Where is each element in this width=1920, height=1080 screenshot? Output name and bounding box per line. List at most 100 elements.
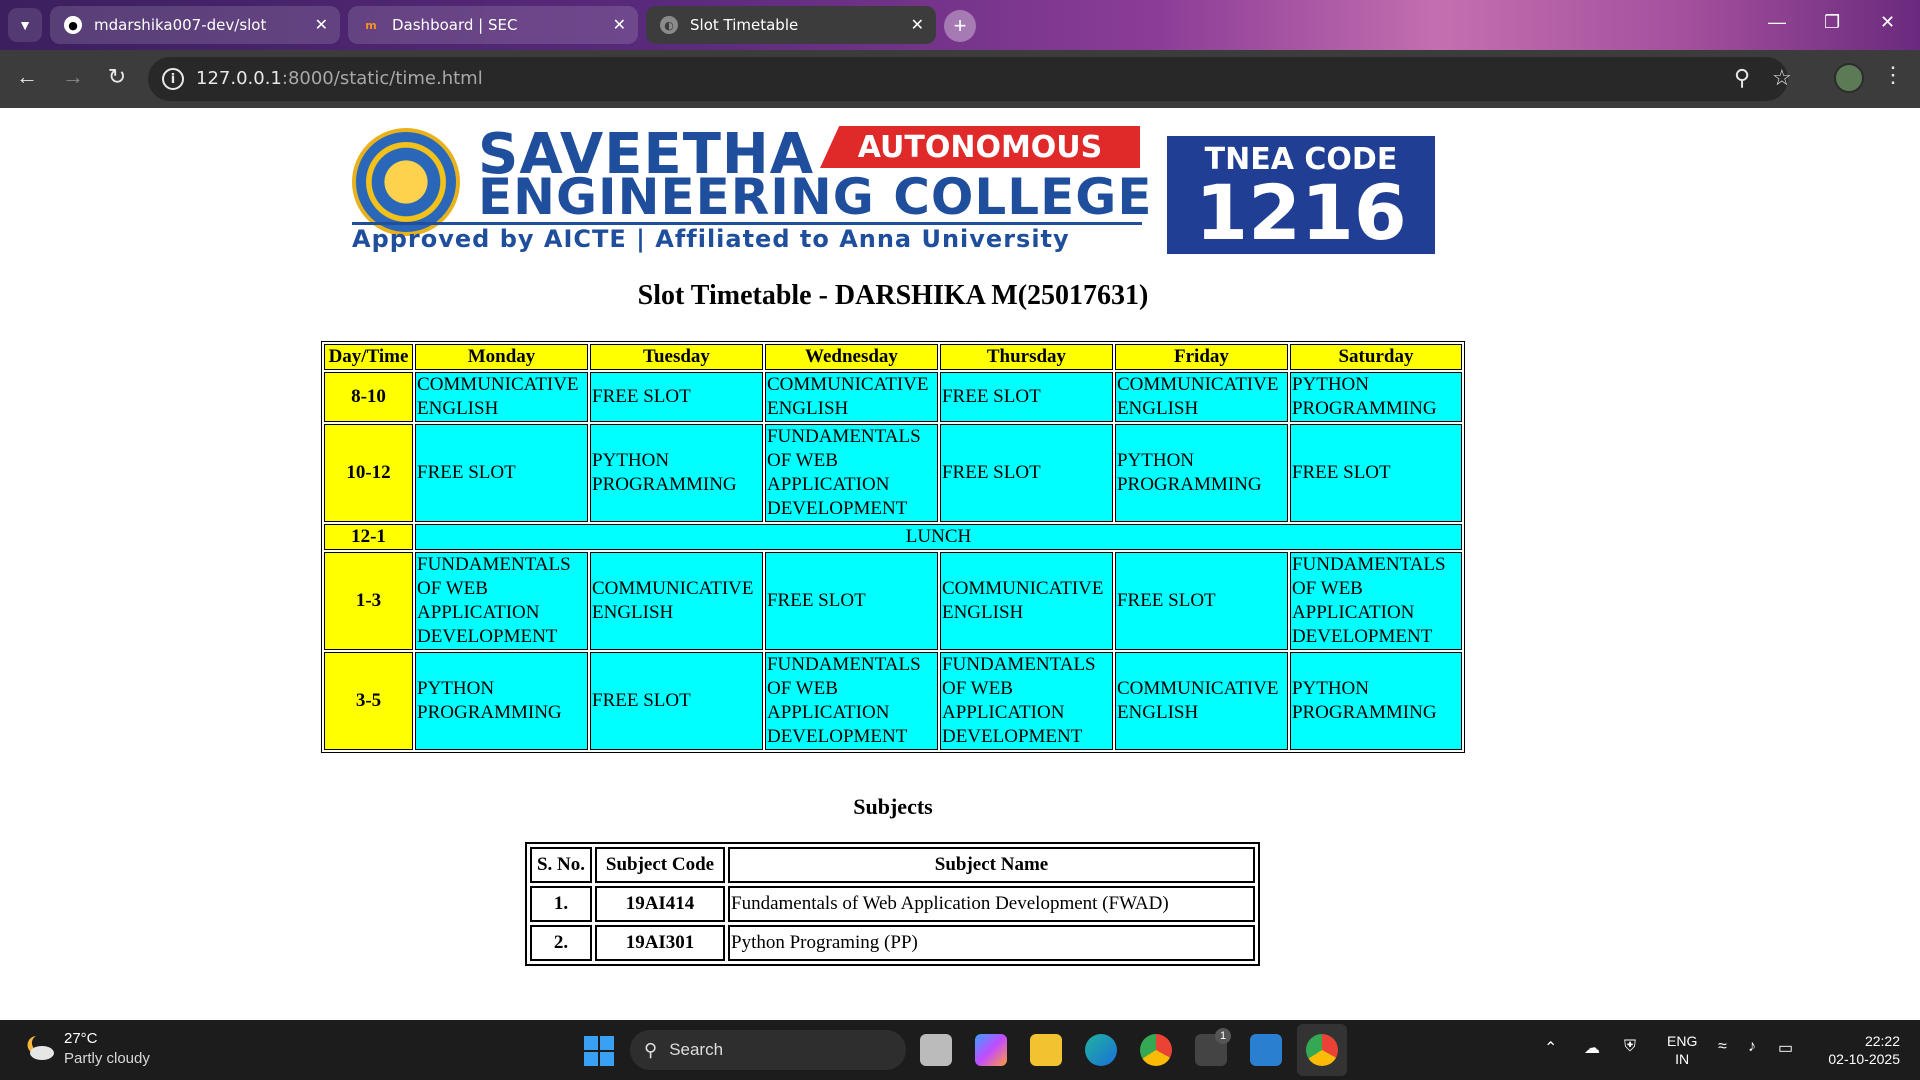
subject-row: 2. 19AI301 Python Programing (PP) — [530, 925, 1255, 961]
tab-dashboard[interactable]: m Dashboard | SEC ✕ — [348, 6, 638, 44]
vscode-icon[interactable] — [1250, 1034, 1282, 1066]
header-subject-code: Subject Code — [595, 847, 725, 883]
slot-cell: FUNDAMENTALS OF WEB APPLICATION DEVELOPM… — [764, 424, 938, 522]
slot-cell: COMMUNICATIVE ENGLISH — [764, 372, 938, 422]
minimize-icon[interactable]: — — [1768, 12, 1786, 33]
tab-slot-timetable[interactable]: ◐ Slot Timetable ✕ — [646, 6, 936, 44]
tab-strip: ▼ ● mdarshika007-dev/slot ✕ m Dashboard … — [0, 0, 1920, 50]
security-shield-icon[interactable]: ⛨ — [1624, 1038, 1636, 1056]
close-icon[interactable]: ✕ — [315, 15, 328, 34]
timetable: Day/Time Monday Tuesday Wednesday Thursd… — [321, 341, 1465, 753]
wifi-icon[interactable]: ≈ — [1718, 1038, 1727, 1056]
volume-icon[interactable]: ♪ — [1748, 1038, 1756, 1056]
subject-code: 19AI301 — [595, 925, 725, 961]
address-bar[interactable]: i 127.0.0.1:8000/static/time.html ⚲ ☆ — [148, 57, 1792, 101]
slot-cell: FREE SLOT — [1289, 424, 1462, 522]
search-label: Search — [669, 1040, 724, 1059]
time-slot: 8-10 — [324, 372, 414, 422]
subjects-heading: Subjects — [853, 794, 933, 819]
copilot-icon[interactable] — [975, 1034, 1007, 1066]
language-indicator[interactable]: ENG IN — [1667, 1032, 1697, 1068]
url-text[interactable]: 127.0.0.1:8000/static/time.html — [196, 68, 483, 89]
zoom-icon[interactable]: ⚲ — [1734, 65, 1750, 91]
reload-icon[interactable]: ↻ — [102, 64, 132, 90]
clock-date: 02-10-2025 — [1828, 1051, 1900, 1067]
slot-cell: COMMUNICATIVE ENGLISH — [415, 372, 588, 422]
page-content: SAVEETHA AUTONOMOUS ENGINEERING COLLEGE … — [0, 108, 1920, 1020]
tnea-code-box: TNEA CODE 1216 — [1167, 136, 1435, 254]
site-info-icon[interactable]: i — [162, 68, 184, 90]
weather-partly-cloudy-icon[interactable] — [22, 1032, 56, 1062]
header-thursday: Thursday — [939, 344, 1113, 370]
subject-name: Fundamentals of Web Application Developm… — [728, 886, 1255, 922]
autonomous-badge: AUTONOMOUS — [820, 126, 1140, 168]
tray-overflow-chevron-icon[interactable]: ⌃ — [1544, 1038, 1557, 1058]
restore-icon[interactable]: ❐ — [1824, 12, 1840, 33]
store-icon[interactable]: 1 — [1195, 1028, 1231, 1066]
time-slot: 12-1 — [324, 524, 414, 550]
timetable-row: 10-12 FREE SLOT PYTHON PROGRAMMING FUNDA… — [324, 424, 1462, 522]
new-tab-button[interactable]: + — [944, 10, 976, 42]
edge-icon[interactable] — [1085, 1034, 1117, 1066]
timetable-header-row: Day/Time Monday Tuesday Wednesday Thursd… — [324, 344, 1462, 370]
slot-cell: FUNDAMENTALS OF WEB APPLICATION DEVELOPM… — [939, 652, 1113, 750]
slot-cell: COMMUNICATIVE ENGLISH — [590, 552, 763, 650]
slot-cell: COMMUNICATIVE ENGLISH — [939, 552, 1113, 650]
header-subject-name: Subject Name — [728, 847, 1255, 883]
chrome-profile-icon[interactable] — [1306, 1034, 1338, 1066]
tab-title: Dashboard | SEC — [392, 16, 518, 34]
subject-row: 1. 19AI414 Fundamentals of Web Applicati… — [530, 886, 1255, 922]
task-view-icon[interactable] — [920, 1034, 952, 1066]
windows-start-icon[interactable] — [584, 1036, 614, 1066]
tnea-code: 1216 — [1195, 168, 1407, 257]
chrome-icon[interactable] — [1140, 1034, 1172, 1066]
weather-temperature[interactable]: 27°C — [64, 1030, 98, 1047]
header-monday: Monday — [415, 344, 588, 370]
slot-cell: PYTHON PROGRAMMING — [1114, 424, 1288, 522]
slot-cell: PYTHON PROGRAMMING — [1289, 652, 1462, 750]
slot-cell: FREE SLOT — [590, 652, 763, 750]
timetable-row: 3-5 PYTHON PROGRAMMING FREE SLOT FUNDAME… — [324, 652, 1462, 750]
college-seal-logo — [352, 128, 460, 236]
window-close-icon[interactable]: ✕ — [1880, 12, 1895, 33]
slot-cell: FREE SLOT — [415, 424, 588, 522]
clock-time: 22:22 — [1864, 1033, 1900, 1049]
moodle-icon: m — [365, 18, 377, 32]
onedrive-icon[interactable]: ☁ — [1584, 1038, 1600, 1058]
slot-cell: FUNDAMENTALS OF WEB APPLICATION DEVELOPM… — [415, 552, 588, 650]
file-explorer-icon[interactable] — [1030, 1034, 1062, 1066]
back-icon[interactable]: ← — [12, 64, 42, 90]
weather-description[interactable]: Partly cloudy — [64, 1050, 150, 1067]
battery-icon[interactable]: ▭ — [1778, 1038, 1793, 1058]
page-title: Slot Timetable - DARSHIKA M(25017631) — [637, 280, 1149, 311]
college-banner: SAVEETHA AUTONOMOUS ENGINEERING COLLEGE … — [350, 122, 1436, 254]
slot-cell: FREE SLOT — [590, 372, 763, 422]
time-slot: 10-12 — [324, 424, 414, 522]
subjects-table: S. No. Subject Code Subject Name 1. 19AI… — [525, 842, 1260, 966]
close-icon[interactable]: ✕ — [613, 15, 626, 34]
forward-icon[interactable]: → — [58, 64, 88, 90]
header-tuesday: Tuesday — [590, 344, 763, 370]
slot-cell: FREE SLOT — [939, 372, 1113, 422]
subject-code: 19AI414 — [595, 886, 725, 922]
bookmark-star-icon[interactable]: ☆ — [1772, 65, 1792, 91]
profile-avatar[interactable] — [1834, 63, 1864, 93]
close-icon[interactable]: ✕ — [911, 15, 924, 34]
subjects-header-row: S. No. Subject Code Subject Name — [530, 847, 1255, 883]
lunch-cell: LUNCH — [415, 524, 1462, 550]
timetable-row: 8-10 COMMUNICATIVE ENGLISH FREE SLOT COM… — [324, 372, 1462, 422]
slot-cell: PYTHON PROGRAMMING — [415, 652, 588, 750]
taskbar-search[interactable]: ⚲ Search — [630, 1030, 906, 1070]
approval-line: Approved by AICTE | Affiliated to Anna U… — [352, 222, 1142, 253]
slot-cell: COMMUNICATIVE ENGLISH — [1114, 372, 1288, 422]
menu-kebab-icon[interactable]: ⋮ — [1882, 62, 1904, 88]
header-friday: Friday — [1114, 344, 1288, 370]
tab-search-button[interactable]: ▼ — [8, 8, 42, 42]
slot-cell: FUNDAMENTALS OF WEB APPLICATION DEVELOPM… — [764, 652, 938, 750]
subject-sno: 2. — [530, 925, 592, 961]
timetable-row: 1-3 FUNDAMENTALS OF WEB APPLICATION DEVE… — [324, 552, 1462, 650]
time-slot: 3-5 — [324, 652, 414, 750]
clock[interactable]: 22:22 02-10-2025 — [1818, 1032, 1900, 1068]
tab-github[interactable]: ● mdarshika007-dev/slot ✕ — [50, 6, 340, 44]
slot-cell: PYTHON PROGRAMMING — [1289, 372, 1462, 422]
